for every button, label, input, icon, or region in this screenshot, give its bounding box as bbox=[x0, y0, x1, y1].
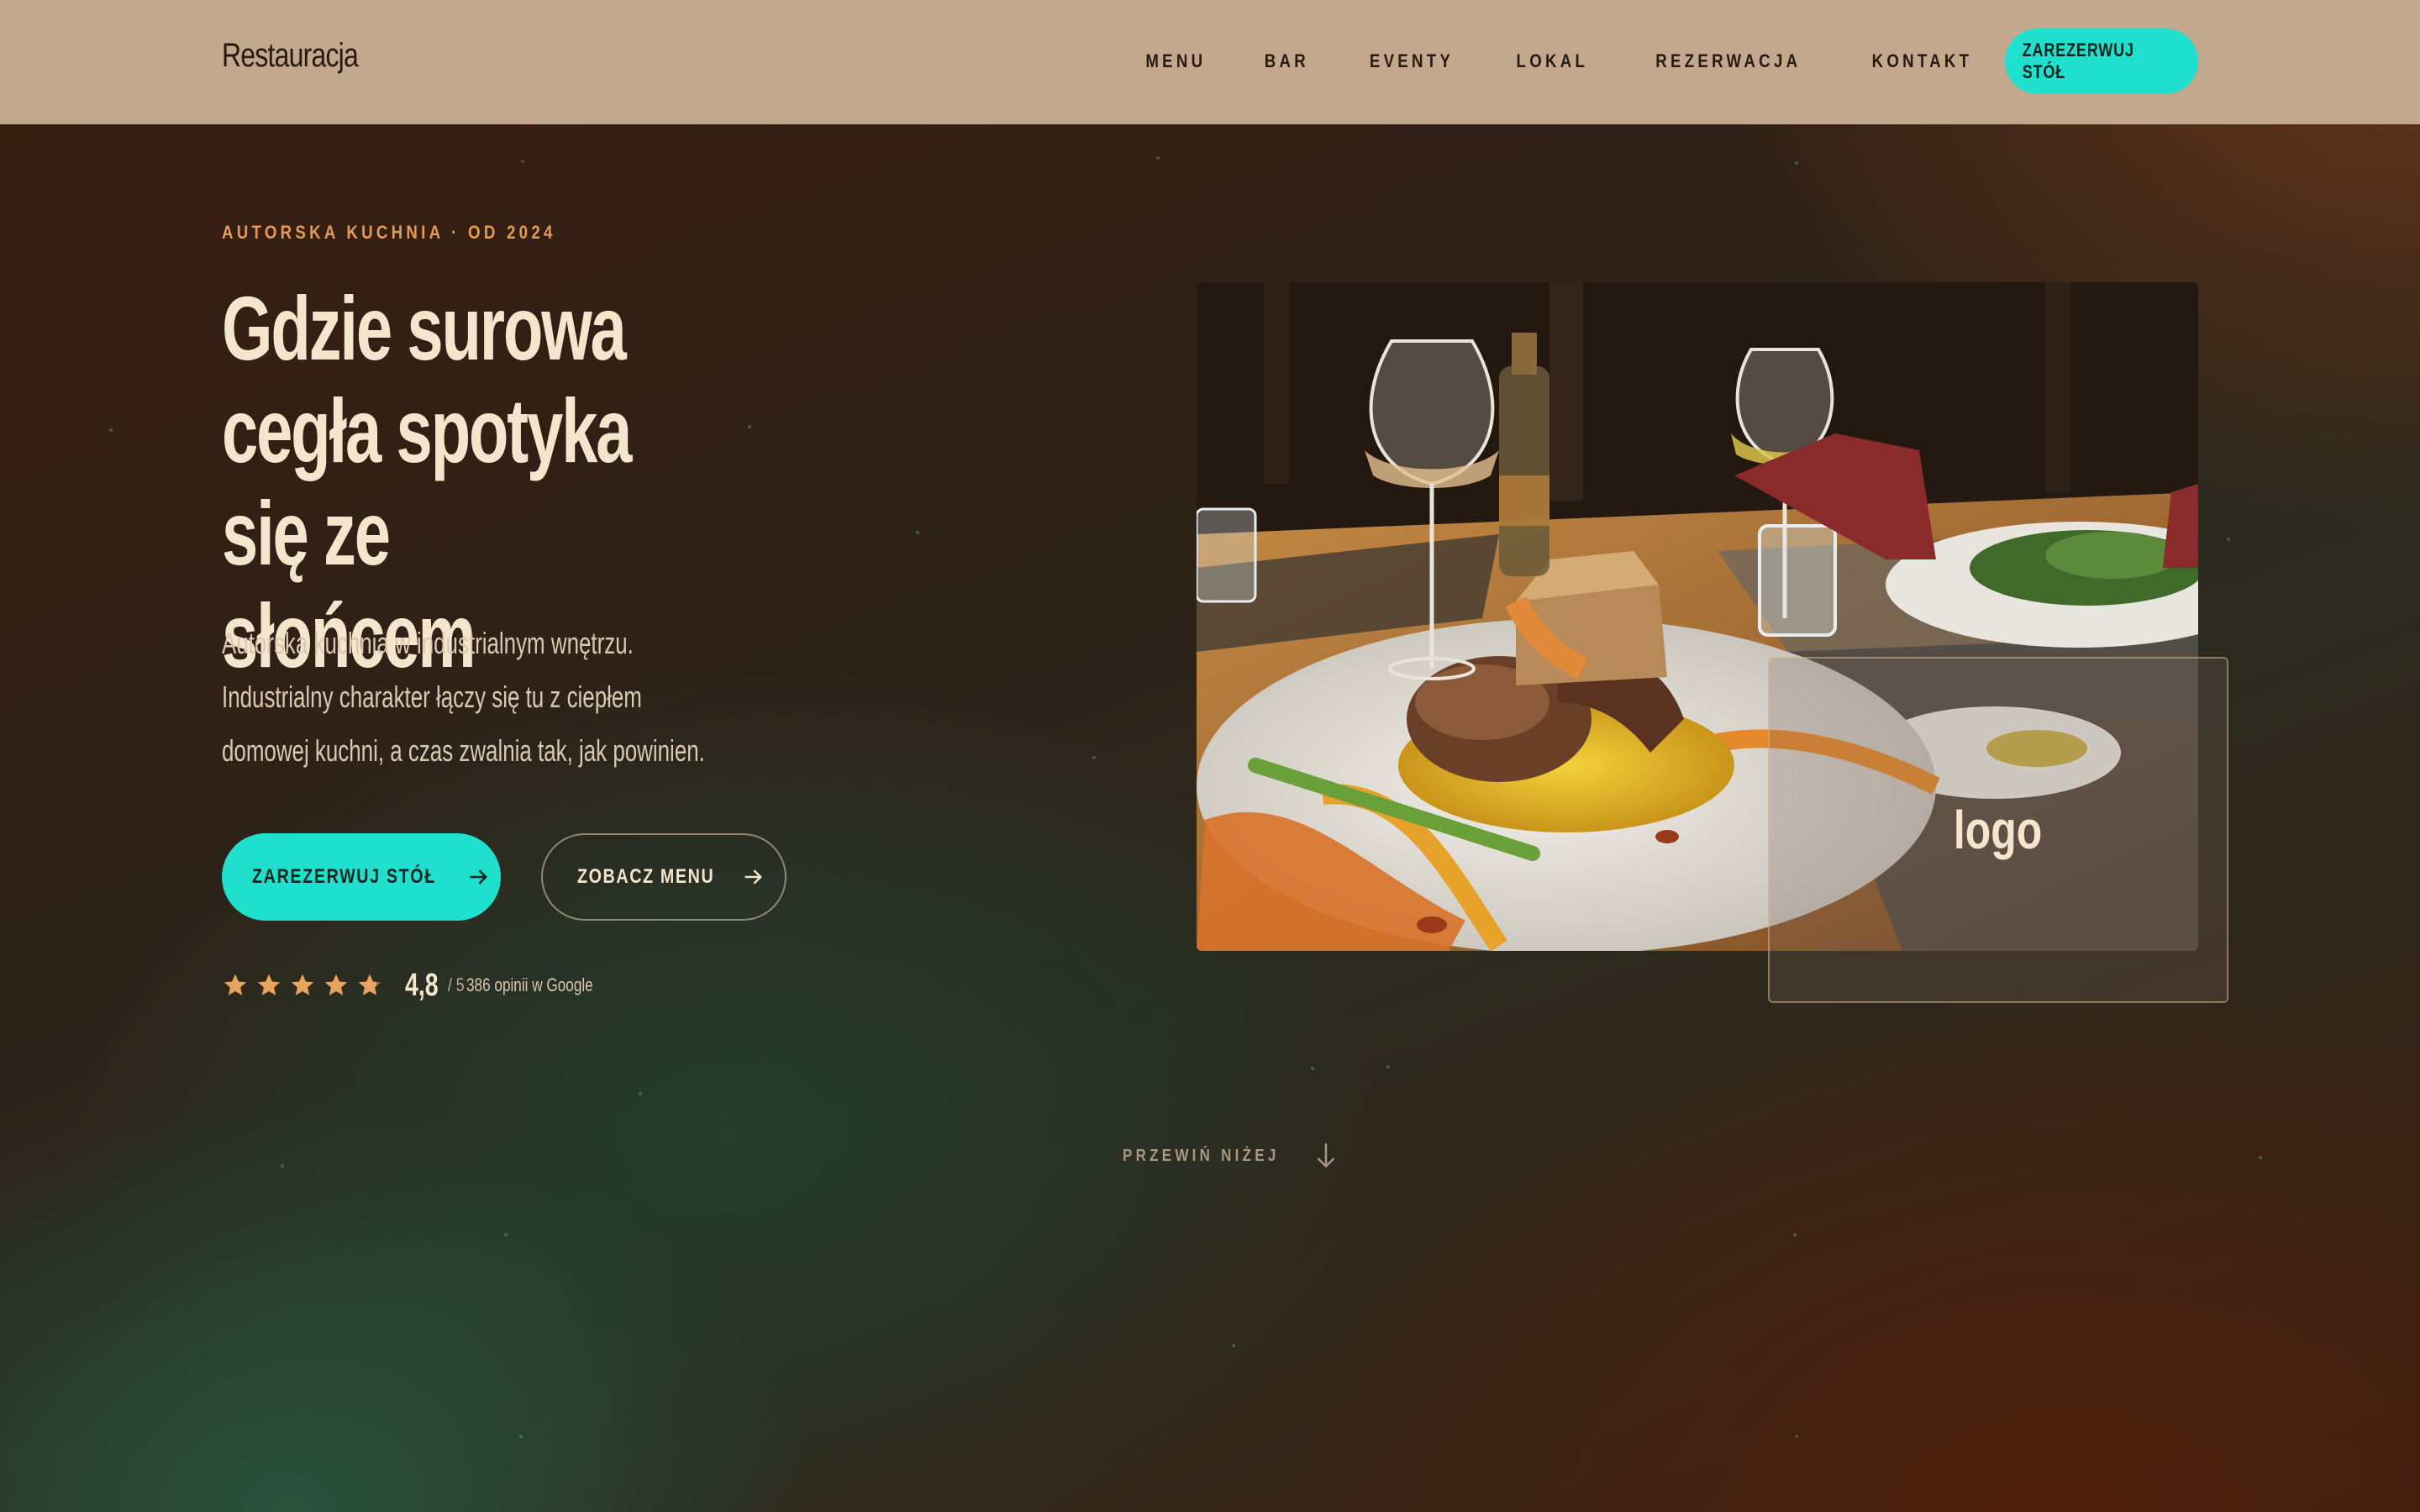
nav-reserve-button[interactable]: ZAREZERWUJ STÓŁ bbox=[2005, 29, 2198, 94]
rating-reviews-link[interactable]: 386 opinii w Google bbox=[466, 974, 593, 996]
hero-lead: Autorska kuchnia w industrialnym wnętrzu… bbox=[222, 626, 705, 768]
scroll-down-link[interactable]: PRZEWIŃ NIŻEJ bbox=[1123, 1141, 1339, 1171]
arrow-right-icon bbox=[744, 869, 762, 885]
nav-item-lokal[interactable]: LOKAL bbox=[1516, 50, 1588, 72]
star-icon bbox=[224, 974, 247, 995]
nav-item-rezerwacja[interactable]: REZERWACJA bbox=[1656, 50, 1802, 72]
see-menu-button[interactable]: ZOBACZ MENU bbox=[541, 833, 786, 921]
hero-eyebrow: AUTORSKA KUCHNIA · OD 2024 bbox=[222, 222, 556, 243]
star-icon bbox=[257, 974, 281, 995]
arrow-right-icon bbox=[470, 869, 487, 885]
logo-placeholder-text: logo bbox=[1954, 800, 2043, 860]
logo-placeholder-card: logo bbox=[1768, 657, 2228, 1003]
nav-reserve-label: ZAREZERWUJ STÓŁ bbox=[2022, 39, 2134, 82]
rating-max: / 5 bbox=[447, 974, 465, 995]
top-navbar: Restauracja MENU BAR EVENTY LOKAL REZERW… bbox=[0, 0, 2420, 124]
reserve-table-label: ZAREZERWUJ STÓŁ bbox=[251, 865, 436, 888]
rating-stars bbox=[222, 972, 383, 999]
rating-score: 4,8 bbox=[405, 967, 439, 1003]
brand-logo[interactable]: Restauracja bbox=[222, 37, 359, 75]
nav-item-bar[interactable]: BAR bbox=[1265, 50, 1309, 72]
google-rating: 4,8 / 5 386 opinii w Google bbox=[222, 966, 629, 1005]
star-icon bbox=[291, 974, 314, 995]
arrow-down-icon bbox=[1318, 1143, 1335, 1168]
star-icon bbox=[324, 974, 348, 995]
nav-item-kontakt[interactable]: KONTAKT bbox=[1872, 50, 1973, 72]
see-menu-label: ZOBACZ MENU bbox=[577, 865, 715, 888]
main-menu: MENU BAR EVENTY LOKAL REZERWACJA KONTAKT… bbox=[1092, 29, 2198, 94]
nav-item-menu[interactable]: MENU bbox=[1146, 50, 1207, 72]
scroll-down-label: PRZEWIŃ NIŻEJ bbox=[1123, 1146, 1280, 1165]
nav-item-eventy[interactable]: EVENTY bbox=[1370, 50, 1454, 72]
reserve-table-button[interactable]: ZAREZERWUJ STÓŁ bbox=[222, 833, 501, 921]
star-partial-icon bbox=[358, 974, 381, 995]
